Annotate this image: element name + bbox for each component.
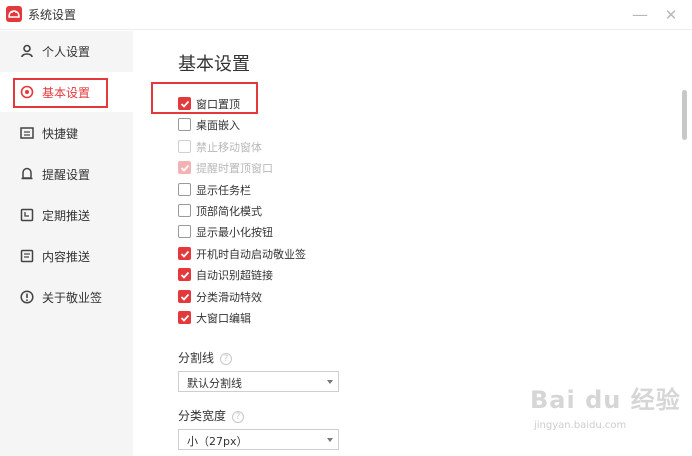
sidebar-item-about[interactable]: 关于敬业签 [0,277,133,317]
scrollbar[interactable] [682,90,687,140]
checkbox [178,139,191,153]
checkbox-label: 禁止移动窗体 [196,140,262,154]
checkmark-icon [180,250,190,258]
chevron-down-icon [327,380,333,384]
category-width-select[interactable]: 小（27px） [178,429,339,450]
checkbox-checked[interactable] [178,311,191,324]
close-button[interactable]: ✕ [661,5,681,25]
chevron-down-icon [327,438,333,442]
sidebar-item-reminders[interactable]: 提醒设置 [0,154,133,194]
window-title: 系统设置 [28,8,77,22]
checkbox-label: 开机时自动启动敬业签 [196,247,306,261]
divider-label-text: 分割线 [178,351,215,365]
keyboard-icon [20,127,34,139]
checkmark-icon [180,293,190,301]
checkmark-icon [180,314,190,322]
sidebar-item-shortcuts[interactable]: 快捷键 [0,113,133,153]
checkmark-icon [180,272,190,279]
checkmark-icon [180,165,190,172]
sidebar-item-label: 个人设置 [42,45,91,59]
sidebar-item-label: 内容推送 [42,250,91,264]
annotation-highlight-box [13,78,108,108]
checkbox-label: 大窗口编辑 [196,312,251,325]
checkbox[interactable] [178,118,191,132]
checkbox[interactable] [178,182,191,196]
checkbox-checked[interactable] [178,289,191,303]
sidebar-item-label: 提醒设置 [42,168,91,182]
sidebar-item-personal[interactable]: 个人设置 [0,31,133,71]
checkbox-label: 自动识别超链接 [196,269,273,283]
category-width-select-value: 小（27px） [187,435,248,448]
checkbox-label: 顶部简化模式 [196,205,262,218]
clock-page-icon [20,208,34,222]
sidebar-item-scheduled-push[interactable]: 定期推送 [0,195,133,235]
help-icon[interactable]: ? [220,352,233,365]
checkbox[interactable] [178,204,191,217]
page-title: 基本设置 [178,54,250,75]
user-icon [21,44,33,58]
checkbox-checked[interactable] [178,268,191,282]
checkbox-checked[interactable] [178,246,191,260]
watermark: Bai du 经验 jingyan.baidu.com [530,380,680,440]
divider-select-value: 默认分割线 [187,377,242,390]
annotation-highlight-box [151,82,258,114]
checkbox-label: 分类滑动特效 [196,290,262,304]
sidebar-item-label: 快捷键 [42,127,79,141]
checkbox-label: 桌面嵌入 [196,119,240,133]
category-width-label: 分类宽度? [178,407,245,424]
app-logo-icon [6,6,22,22]
watermark-url: jingyan.baidu.com [534,420,627,431]
divider-select[interactable]: 默认分割线 [178,371,339,392]
category-width-label-text: 分类宽度 [178,409,227,423]
checkbox[interactable] [178,225,191,239]
minimize-button[interactable]: — [630,5,650,25]
watermark-text: Bai du 经验 [530,386,681,414]
document-icon [20,249,34,263]
checkbox-label: 提醒时置顶窗口 [196,162,273,176]
sidebar-item-label: 定期推送 [42,209,91,223]
sidebar-item-content-push[interactable]: 内容推送 [0,236,133,276]
title-bar: 系统设置 — ✕ [0,0,692,30]
checkbox-checked [178,161,191,175]
checkbox-label: 显示最小化按钮 [196,226,273,240]
info-icon [20,290,34,304]
checkbox-label: 显示任务栏 [196,183,251,197]
bell-icon [21,167,33,180]
divider-label: 分割线? [178,349,233,366]
sidebar-item-label: 关于敬业签 [42,291,103,305]
help-icon[interactable]: ? [232,410,245,423]
